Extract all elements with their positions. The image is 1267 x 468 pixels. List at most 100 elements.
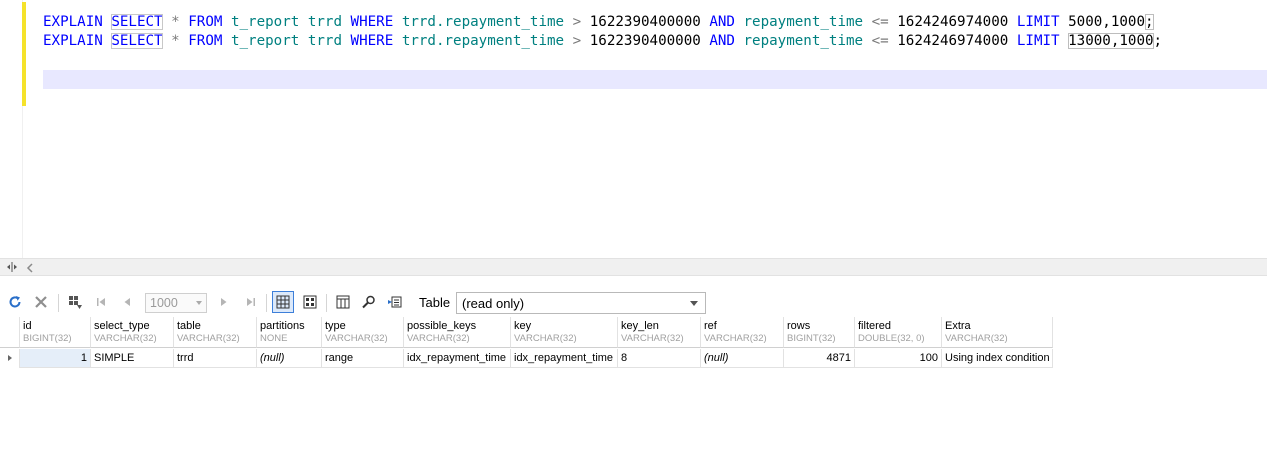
table-cell-possible_keys[interactable]: idx_repayment_time bbox=[404, 349, 511, 368]
table-cell-rows[interactable]: 4871 bbox=[784, 349, 855, 368]
column-type: DOUBLE(32, 0) bbox=[858, 333, 925, 344]
table-cell-id[interactable]: 1 bbox=[20, 349, 91, 368]
code-token: EXPLAIN bbox=[43, 33, 112, 49]
column-name: possible_keys bbox=[407, 320, 477, 332]
code-line-1[interactable]: EXPLAIN SELECT * FROM t_report trrd WHER… bbox=[43, 13, 1154, 32]
result-view-select[interactable]: (read only) bbox=[456, 292, 706, 314]
result-view-label: Table bbox=[419, 295, 451, 310]
column-type: VARCHAR(32) bbox=[407, 333, 470, 344]
table-cell-table[interactable]: trrd bbox=[174, 349, 257, 368]
table-cell-select_type[interactable]: SIMPLE bbox=[91, 349, 174, 368]
column-name: Extra bbox=[945, 320, 971, 332]
column-header-key_len[interactable]: key_len VARCHAR(32) bbox=[618, 317, 701, 348]
results-toolbar: 1000 Table (read only) bbox=[0, 290, 1267, 316]
first-page-icon[interactable] bbox=[92, 293, 110, 311]
editor-results-splitter[interactable] bbox=[0, 258, 1267, 276]
code-token: trrd.repayment_time bbox=[401, 14, 565, 30]
code-token: * bbox=[171, 14, 180, 30]
toolbar-separator bbox=[266, 294, 267, 312]
current-line-highlight bbox=[43, 70, 1267, 89]
column-header-key[interactable]: key VARCHAR(32) bbox=[511, 317, 618, 348]
sql-editor[interactable]: EXPLAIN SELECT * FROM t_report trrd WHER… bbox=[0, 0, 1267, 258]
last-page-icon[interactable] bbox=[242, 293, 260, 311]
prev-page-icon[interactable] bbox=[118, 293, 136, 311]
table-cell-ref[interactable]: (null) bbox=[701, 349, 784, 368]
code-token: AND bbox=[709, 33, 735, 49]
code-token: t_report trrd bbox=[230, 14, 342, 30]
table-cell-key[interactable]: idx_repayment_time bbox=[511, 349, 618, 368]
column-name: id bbox=[23, 320, 32, 332]
column-name: type bbox=[325, 320, 346, 332]
column-header-table[interactable]: table VARCHAR(32) bbox=[174, 317, 257, 348]
table-cell-extra[interactable]: Using index condition bbox=[942, 349, 1053, 368]
table-cell-key_len[interactable]: 8 bbox=[618, 349, 701, 368]
code-token: SELECT bbox=[111, 33, 163, 49]
column-header-type[interactable]: type VARCHAR(32) bbox=[322, 317, 404, 348]
search-icon[interactable] bbox=[360, 293, 378, 311]
table-cell-type[interactable]: range bbox=[322, 349, 404, 368]
column-header-select_type[interactable]: select_type VARCHAR(32) bbox=[91, 317, 174, 348]
code-token: t_report trrd bbox=[230, 33, 342, 49]
column-name: key bbox=[514, 320, 532, 332]
scroll-left-icon[interactable] bbox=[26, 262, 34, 274]
code-line-2[interactable]: EXPLAIN SELECT * FROM t_report trrd WHER… bbox=[43, 32, 1162, 51]
modified-lines-marker bbox=[22, 2, 26, 106]
code-token: 1624246974000 bbox=[897, 33, 1009, 49]
column-name: ref bbox=[704, 320, 717, 332]
code-token: 5000,1000 bbox=[1068, 14, 1145, 30]
column-header-possible_keys[interactable]: possible_keys VARCHAR(32) bbox=[404, 317, 511, 348]
column-header-partitions[interactable]: partitions NONE bbox=[257, 317, 322, 348]
column-settings-icon[interactable] bbox=[334, 293, 352, 311]
column-header-extra[interactable]: Extra VARCHAR(32) bbox=[942, 317, 1053, 348]
code-token: 13000,1000 bbox=[1068, 33, 1154, 49]
toolbar-separator bbox=[58, 294, 59, 312]
code-token: FROM bbox=[188, 33, 223, 49]
column-type: BIGINT(32) bbox=[787, 333, 836, 344]
column-header-filtered[interactable]: filtered DOUBLE(32, 0) bbox=[855, 317, 942, 348]
code-token: * bbox=[171, 33, 180, 49]
code-token: EXPLAIN bbox=[43, 14, 112, 30]
row-limit-select[interactable]: 1000 bbox=[145, 293, 207, 313]
table-cell-partitions[interactable]: (null) bbox=[257, 349, 322, 368]
table-cell-filtered[interactable]: 100 bbox=[855, 349, 942, 368]
code-token: LIMIT bbox=[1016, 33, 1060, 49]
code-token: > bbox=[564, 14, 590, 30]
refresh-icon[interactable] bbox=[6, 293, 24, 311]
code-token: ; bbox=[1153, 33, 1163, 49]
cancel-icon[interactable] bbox=[32, 293, 50, 311]
chevron-down-icon bbox=[690, 301, 698, 306]
grid-view-icon[interactable] bbox=[272, 291, 294, 313]
column-name: key_len bbox=[621, 320, 659, 332]
next-page-icon[interactable] bbox=[215, 293, 233, 311]
form-view-icon[interactable] bbox=[301, 293, 319, 311]
resize-grip-icon[interactable] bbox=[6, 261, 18, 273]
code-token: 1624246974000 bbox=[897, 14, 1009, 30]
column-type: BIGINT(32) bbox=[23, 333, 72, 344]
column-header-rows[interactable]: rows BIGINT(32) bbox=[784, 317, 855, 348]
row-filter-icon[interactable] bbox=[66, 293, 84, 311]
column-name: table bbox=[177, 320, 201, 332]
code-token: repayment_time bbox=[743, 14, 864, 30]
column-type: VARCHAR(32) bbox=[945, 333, 1008, 344]
row-indicator[interactable] bbox=[0, 349, 20, 368]
column-header-id[interactable]: id BIGINT(32) bbox=[20, 317, 91, 348]
code-token: ; bbox=[1145, 14, 1154, 30]
code-token: FROM bbox=[188, 14, 223, 30]
current-row-arrow-icon bbox=[8, 355, 12, 361]
code-token: 1622390400000 bbox=[589, 33, 701, 49]
export-icon[interactable] bbox=[386, 293, 404, 311]
chevron-down-icon bbox=[196, 301, 202, 305]
toolbar-separator bbox=[326, 294, 327, 312]
row-header-corner[interactable] bbox=[0, 317, 20, 348]
column-header-ref[interactable]: ref VARCHAR(32) bbox=[701, 317, 784, 348]
code-token: 1622390400000 bbox=[589, 14, 701, 30]
